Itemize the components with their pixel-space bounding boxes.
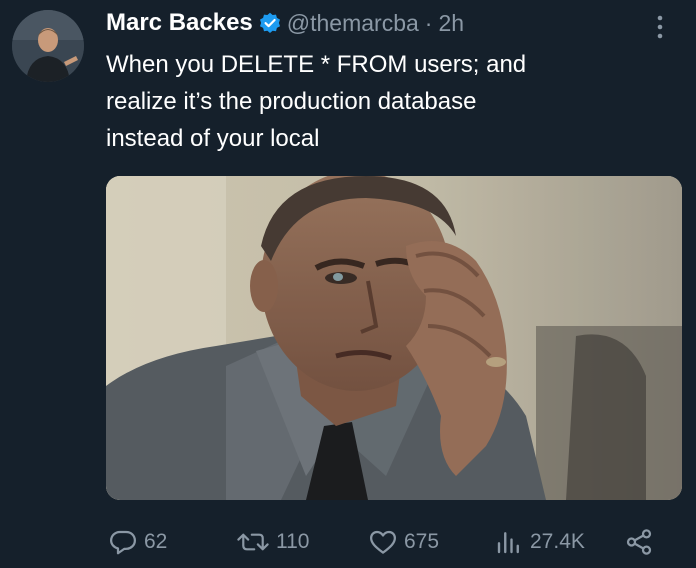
reply-icon — [110, 530, 136, 555]
tweet-text-line: When you DELETE * FROM users; and — [106, 51, 527, 78]
reply-button[interactable]: 62 — [108, 524, 167, 560]
share-icon — [626, 529, 652, 555]
like-count: 675 — [404, 530, 440, 553]
tweet-text: When you DELETE * FROM users; and realiz… — [106, 46, 666, 157]
tweet-header: Marc Backes @themarcba · 2h — [106, 8, 464, 38]
verified-badge-icon — [259, 12, 281, 34]
action-bar: 62 110 675 27.4K — [0, 524, 696, 560]
timestamp[interactable]: 2h — [438, 10, 464, 37]
reply-count: 62 — [144, 530, 168, 553]
views-button[interactable]: 27.4K — [494, 524, 585, 560]
views-count: 27.4K — [530, 530, 585, 553]
repost-icon — [237, 533, 269, 551]
share-button[interactable] — [624, 524, 654, 560]
tweet-text-line: instead of your local — [106, 125, 320, 152]
display-name[interactable]: Marc Backes — [106, 9, 253, 37]
repost-button[interactable]: 110 — [236, 524, 309, 560]
tweet-card: Marc Backes @themarcba · 2h When you DEL… — [0, 0, 696, 568]
like-button[interactable]: 675 — [368, 524, 439, 560]
handle[interactable]: @themarcba — [287, 10, 419, 37]
separator-dot: · — [424, 9, 433, 36]
views-icon — [497, 532, 519, 554]
more-options-icon[interactable] — [650, 12, 670, 42]
like-icon — [370, 530, 396, 554]
repost-count: 110 — [276, 530, 310, 553]
tweet-media-image[interactable] — [106, 176, 682, 500]
tweet-text-line: realize it’s the production database — [106, 88, 477, 115]
avatar[interactable] — [12, 10, 84, 82]
